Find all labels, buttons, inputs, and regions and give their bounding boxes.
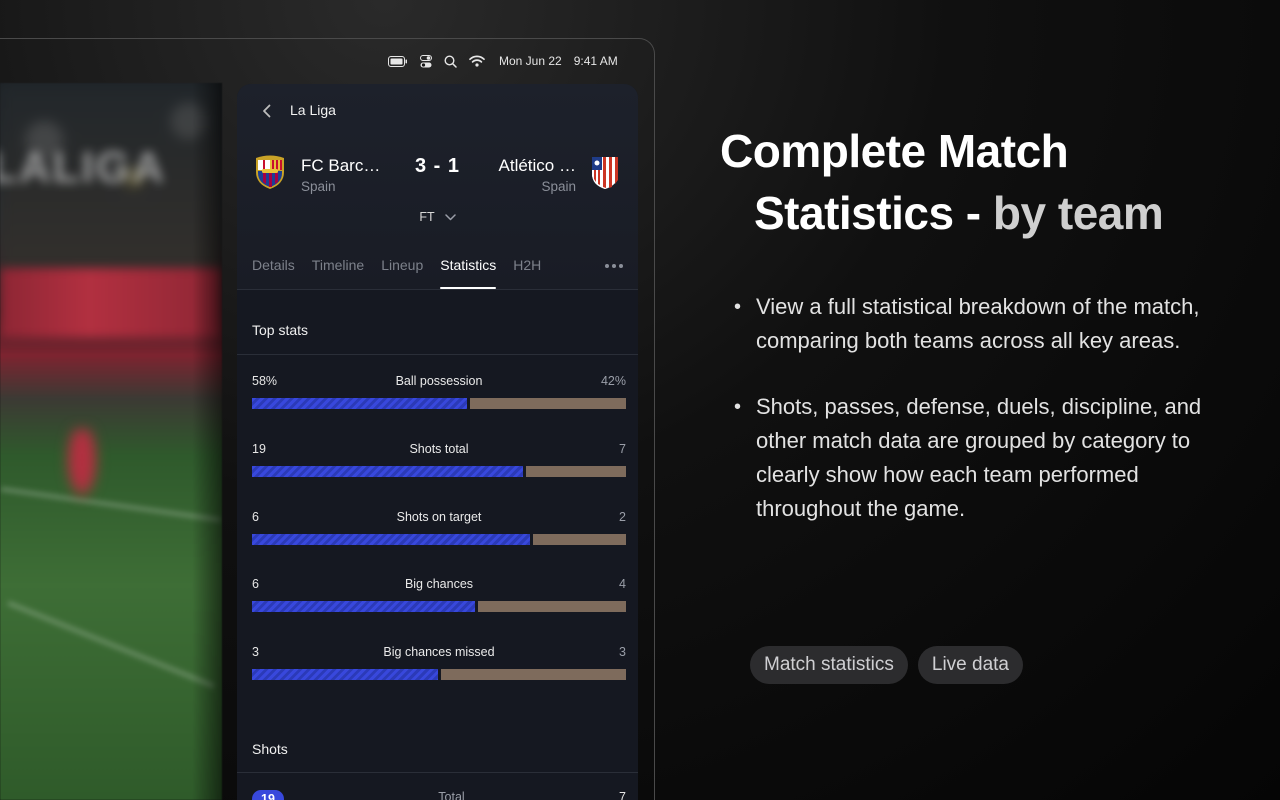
chevron-down-icon bbox=[444, 213, 456, 220]
headline-line2: Statistics - by team bbox=[720, 182, 1164, 244]
chevron-left-icon bbox=[262, 104, 270, 118]
stat-row: 6 Big chances 4 bbox=[252, 577, 626, 627]
tab-h2h[interactable]: H2H bbox=[513, 256, 541, 290]
shots-total-row: 19 Total 7 bbox=[252, 790, 626, 800]
back-button[interactable] bbox=[259, 101, 273, 121]
feature-bullet: View a full statistical breakdown of the… bbox=[734, 290, 1204, 358]
more-icon[interactable] bbox=[605, 264, 623, 268]
tab-statistics[interactable]: Statistics bbox=[440, 256, 497, 290]
stat-bar-away bbox=[478, 601, 626, 613]
stat-bar-home bbox=[252, 601, 475, 613]
stat-row: 58% Ball possession 42% bbox=[252, 374, 626, 424]
battery-icon bbox=[388, 55, 408, 67]
chip-match-statistics[interactable]: Match statistics bbox=[750, 646, 908, 684]
section-title-shots: Shots bbox=[252, 741, 288, 757]
stat-label: Shots on target bbox=[396, 509, 482, 524]
divider bbox=[237, 354, 638, 355]
match-status: FT bbox=[419, 210, 435, 224]
home-team-country: Spain bbox=[301, 178, 336, 194]
stat-bar-away bbox=[470, 398, 626, 409]
stat-comparison-bar bbox=[252, 398, 626, 409]
shots-home-value: 19 bbox=[252, 790, 284, 800]
stat-label: Big chances bbox=[404, 577, 474, 592]
stat-comparison-bar bbox=[252, 601, 626, 613]
stat-row: 6 Shots on target 2 bbox=[252, 510, 626, 560]
status-bar: Mon Jun 22 9:41 AM bbox=[388, 52, 618, 70]
section-title-top-stats: Top stats bbox=[252, 322, 309, 338]
feature-chips: Match statistics Live data bbox=[750, 646, 1023, 684]
away-team-name: Atlético … bbox=[498, 155, 576, 175]
shots-away-value: 7 bbox=[619, 790, 626, 800]
stat-bar-away bbox=[526, 465, 626, 477]
tab-timeline[interactable]: Timeline bbox=[312, 256, 364, 290]
chip-live-data[interactable]: Live data bbox=[917, 646, 1023, 684]
match-app-panel: La Liga FC Barc… Spain 3 - 1 Atlético … … bbox=[237, 84, 638, 800]
tab-lineup[interactable]: Lineup bbox=[381, 256, 423, 290]
stat-bar-home bbox=[252, 533, 530, 545]
away-team[interactable]: Atlético … Spain bbox=[499, 154, 620, 195]
stat-bar-home bbox=[252, 465, 523, 477]
headline-line1: Complete Match bbox=[720, 125, 1069, 177]
stat-bar-home bbox=[252, 398, 467, 409]
shots-row-label: Total bbox=[438, 790, 465, 800]
stat-row: 19 Shots total 7 bbox=[252, 442, 626, 492]
feature-bullet: Shots, passes, defense, duels, disciplin… bbox=[734, 390, 1204, 526]
stat-comparison-bar bbox=[252, 533, 626, 545]
headline-line2-main: Statistics - bbox=[754, 187, 993, 239]
headline: Complete Match Statistics - by team bbox=[720, 120, 1164, 244]
divider bbox=[237, 772, 638, 773]
stat-comparison-bar bbox=[252, 669, 626, 680]
status-date: Mon Jun 22 bbox=[499, 54, 562, 68]
atletico-crest-icon bbox=[590, 154, 620, 195]
status-time: 9:41 AM bbox=[573, 54, 618, 68]
stat-row: 3 Big chances missed 3 bbox=[252, 645, 626, 695]
league-title: La Liga bbox=[290, 102, 336, 118]
stat-label: Shots total bbox=[409, 441, 469, 456]
stat-comparison-bar bbox=[252, 465, 626, 477]
stat-bar-away bbox=[441, 669, 626, 680]
headline-line2-accent: by team bbox=[992, 187, 1164, 239]
stat-label: Ball possession bbox=[395, 374, 483, 388]
search-icon[interactable] bbox=[444, 54, 457, 68]
match-status-dropdown[interactable]: FT bbox=[237, 210, 638, 224]
control-center-icon[interactable] bbox=[420, 54, 432, 68]
match-tabs: Details Timeline Lineup Statistics H2H bbox=[252, 256, 623, 290]
match-header: La Liga FC Barc… Spain 3 - 1 Atlético … … bbox=[237, 84, 638, 290]
stat-label: Big chances missed bbox=[383, 645, 495, 659]
stat-bar-away bbox=[533, 533, 626, 545]
stat-bar-home bbox=[252, 669, 438, 680]
wifi-icon[interactable] bbox=[469, 55, 485, 67]
away-team-country: Spain bbox=[541, 178, 576, 194]
tab-details[interactable]: Details bbox=[252, 256, 295, 290]
feature-bullets: View a full statistical breakdown of the… bbox=[734, 290, 1204, 558]
